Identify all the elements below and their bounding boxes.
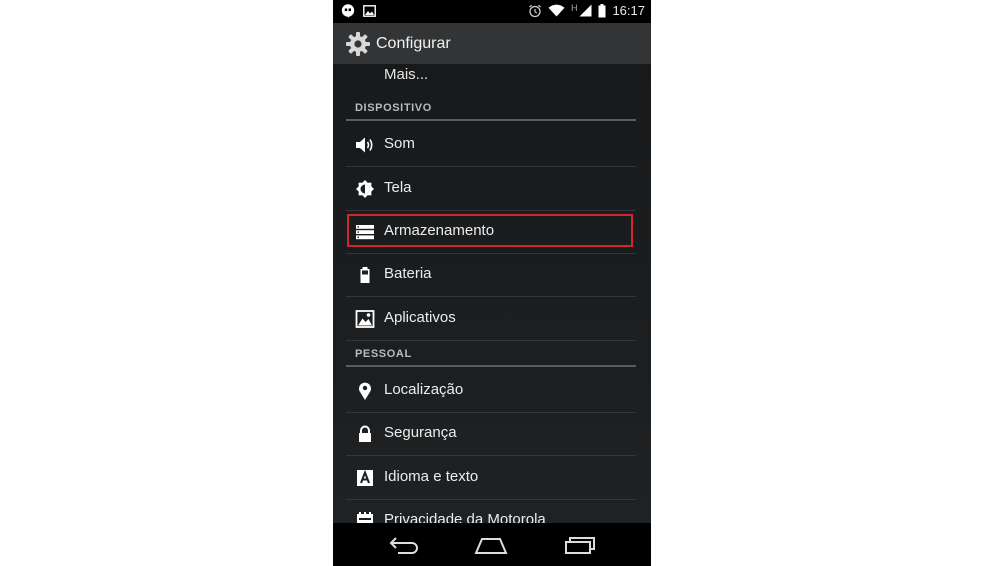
apps-icon — [355, 310, 375, 328]
speaker-icon — [356, 137, 373, 153]
settings-item-localizacao[interactable]: Localização — [346, 369, 636, 413]
location-icon — [359, 382, 371, 400]
navigation-bar — [333, 523, 651, 566]
back-icon[interactable] — [388, 535, 420, 555]
settings-list[interactable]: Mais... DISPOSITIVO Som Tela Armazenamen… — [333, 64, 651, 523]
clock: 16:17 — [612, 3, 645, 18]
settings-item-aplicativos[interactable]: Aplicativos — [346, 297, 636, 341]
highlight-box — [347, 214, 633, 247]
section-header-dispositivo: DISPOSITIVO — [346, 95, 636, 121]
action-bar: Configurar — [333, 23, 651, 64]
phone-screen: H 16:17 Configurar Mais... DISPOSITIVO S… — [333, 0, 651, 566]
brightness-icon — [356, 180, 374, 198]
settings-item-label: Localização — [384, 381, 464, 398]
lock-icon — [359, 425, 371, 442]
settings-item-label: Idioma e texto — [384, 468, 479, 485]
section-header-label: DISPOSITIVO — [355, 102, 432, 114]
gear-icon[interactable] — [345, 31, 371, 57]
settings-item-label: Privacidade da Motorola — [384, 511, 546, 523]
status-bar: H 16:17 — [333, 0, 651, 23]
settings-item-label: Aplicativos — [384, 309, 456, 326]
settings-item-label: Som — [384, 135, 415, 152]
image-icon — [363, 5, 376, 17]
battery-icon — [360, 267, 370, 283]
battery-icon — [598, 3, 606, 17]
alarm-icon — [529, 4, 541, 17]
wifi-icon — [548, 4, 565, 17]
settings-item-tela[interactable]: Tela — [346, 167, 636, 211]
section-header-label: PESSOAL — [355, 348, 412, 360]
settings-item-label: Tela — [384, 179, 412, 196]
recents-icon[interactable] — [563, 535, 597, 555]
home-icon[interactable] — [474, 535, 508, 555]
signal-icon — [579, 4, 592, 17]
settings-item-label: Bateria — [384, 265, 432, 282]
section-header-pessoal: PESSOAL — [346, 341, 636, 367]
settings-item-label: Segurança — [384, 424, 457, 441]
network-type: H — [570, 3, 578, 13]
privacy-icon — [357, 512, 373, 523]
settings-item-som[interactable]: Som — [346, 123, 636, 167]
settings-item-mais[interactable]: Mais... — [384, 66, 428, 83]
hangouts-icon — [341, 4, 355, 18]
page-title: Configurar — [376, 34, 451, 52]
settings-item-privacidade[interactable]: Privacidade da Motorola — [346, 499, 636, 523]
settings-item-idioma[interactable]: Idioma e texto — [346, 456, 636, 500]
language-icon — [357, 469, 373, 486]
settings-item-seguranca[interactable]: Segurança — [346, 412, 636, 456]
settings-item-bateria[interactable]: Bateria — [346, 253, 636, 297]
